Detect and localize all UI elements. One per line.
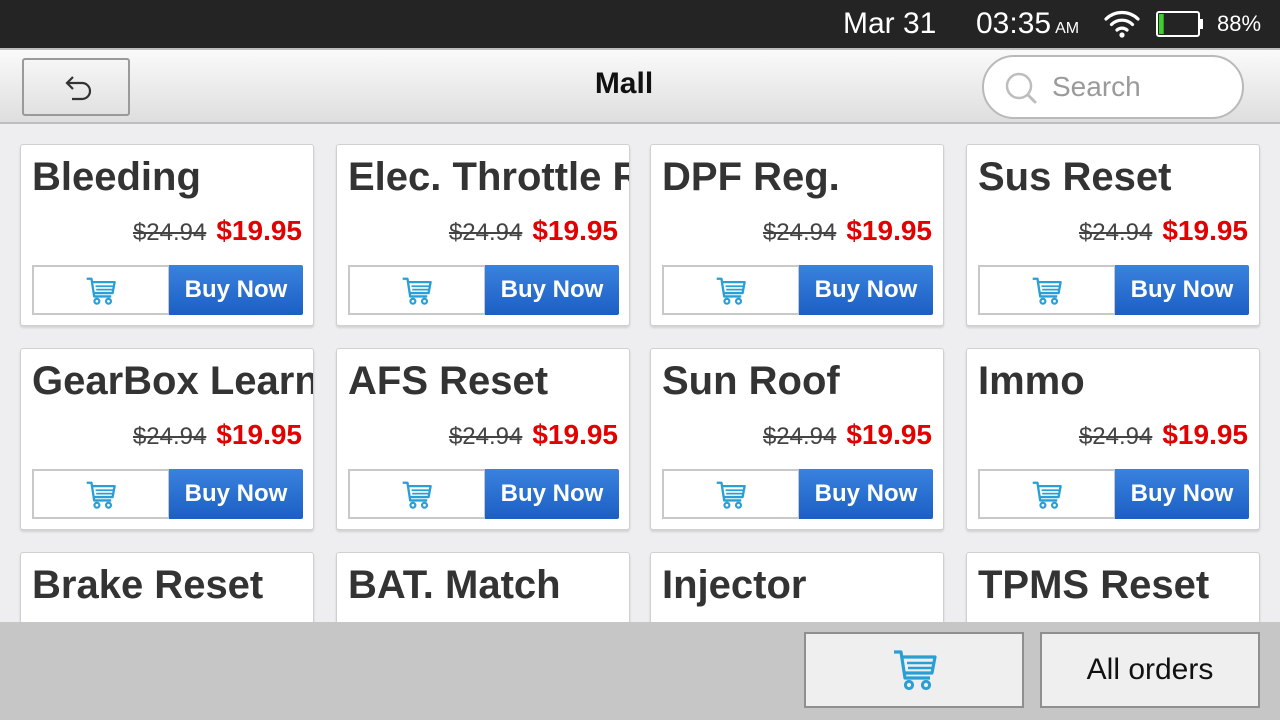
product-name: Brake Reset bbox=[32, 563, 264, 607]
product-name: Sus Reset bbox=[978, 155, 1172, 199]
price-row: $24.94 $19.95 bbox=[1079, 213, 1248, 254]
buy-now-button[interactable]: Buy Now bbox=[169, 265, 303, 315]
search-box[interactable] bbox=[982, 55, 1244, 119]
product-card[interactable]: Elec. Throttle Relearn $24.94 $19.95 Buy No… bbox=[336, 144, 630, 326]
cart-icon bbox=[716, 277, 746, 305]
original-price: $24.94 bbox=[448, 219, 523, 246]
add-to-cart-button[interactable] bbox=[348, 265, 486, 315]
status-time: 03:35 AM bbox=[976, 7, 1080, 40]
buy-now-button[interactable]: Buy Now bbox=[485, 469, 619, 519]
battery-icon bbox=[1156, 11, 1203, 37]
status-date: Mar 31 bbox=[843, 7, 937, 40]
product-name: BAT. Match bbox=[348, 563, 561, 607]
buy-now-button[interactable]: Buy Now bbox=[799, 265, 933, 315]
product-name: AFS Reset bbox=[348, 359, 549, 403]
product-card[interactable]: BAT. Match$24.94$19.95Buy Now bbox=[336, 552, 630, 622]
status-ampm: AM bbox=[1055, 20, 1080, 37]
buy-now-button[interactable]: Buy Now bbox=[169, 469, 303, 519]
buy-now-button[interactable]: Buy Now bbox=[485, 265, 619, 315]
product-name: TPMS Reset bbox=[978, 563, 1210, 607]
original-price: $24.94 bbox=[1078, 423, 1153, 450]
view-cart-button[interactable] bbox=[804, 632, 1024, 708]
sale-price: $19.95 bbox=[1162, 419, 1248, 450]
cart-icon bbox=[1032, 481, 1062, 509]
add-to-cart-button[interactable] bbox=[662, 469, 800, 519]
product-card[interactable]: AFS Reset $24.94 $19.95 Buy Now bbox=[336, 348, 630, 530]
add-to-cart-button[interactable] bbox=[978, 469, 1116, 519]
wifi-icon bbox=[1104, 11, 1140, 38]
sale-price: $19.95 bbox=[216, 419, 302, 450]
shopping-cart-icon bbox=[894, 650, 937, 691]
product-card[interactable]: Immo $24.94 $19.95 Buy Now bbox=[966, 348, 1260, 530]
product-name: Injector bbox=[662, 563, 807, 607]
product-card[interactable]: DPF Reg. $24.94 $19.95 Buy Now bbox=[650, 144, 944, 326]
product-card[interactable]: Brake Reset$24.94$19.95Buy Now bbox=[20, 552, 314, 622]
cart-icon bbox=[1032, 277, 1062, 305]
price-row: $24.94 $19.95 bbox=[763, 213, 932, 254]
original-price: $24.94 bbox=[448, 423, 523, 450]
sale-price: $19.95 bbox=[846, 419, 932, 450]
sale-price: $19.95 bbox=[1162, 215, 1248, 246]
product-name: Sun Roof bbox=[662, 359, 840, 403]
price-row: $24.94 $19.95 bbox=[449, 417, 618, 458]
product-name: Elec. Throttle Relearn bbox=[348, 155, 629, 199]
product-card[interactable]: Bleeding $24.94 $19.95 Buy Now bbox=[20, 144, 314, 326]
add-to-cart-button[interactable] bbox=[32, 265, 170, 315]
price-row: $24.94 $19.95 bbox=[1079, 417, 1248, 458]
sale-price: $19.95 bbox=[532, 215, 618, 246]
product-card[interactable]: TPMS Reset$24.94$19.95Buy Now bbox=[966, 552, 1260, 622]
cart-icon bbox=[86, 481, 116, 509]
cart-icon bbox=[402, 481, 432, 509]
product-name: DPF Reg. bbox=[662, 155, 840, 199]
original-price: $24.94 bbox=[132, 423, 207, 450]
cart-icon bbox=[716, 481, 746, 509]
title-bar: Mall bbox=[0, 48, 1280, 124]
price-row: $24.94 $19.95 bbox=[763, 417, 932, 458]
original-price: $24.94 bbox=[132, 219, 207, 246]
product-card[interactable]: GearBox Learn $24.94 $19.95 Buy Now bbox=[20, 348, 314, 530]
product-card[interactable]: Sun Roof $24.94 $19.95 Buy Now bbox=[650, 348, 944, 530]
battery-percent: 88% bbox=[1217, 11, 1262, 36]
original-price: $24.94 bbox=[762, 423, 837, 450]
sale-price: $19.95 bbox=[216, 215, 302, 246]
sale-price: $19.95 bbox=[846, 215, 932, 246]
product-name: Immo bbox=[978, 359, 1085, 403]
status-bar: Mar 31 03:35 AM 88% bbox=[0, 0, 1280, 48]
product-grid: Bleeding $24.94 $19.95 Buy Now Elec. Throttl… bbox=[0, 124, 1280, 622]
add-to-cart-button[interactable] bbox=[978, 265, 1116, 315]
add-to-cart-button[interactable] bbox=[32, 469, 170, 519]
sale-price: $19.95 bbox=[532, 419, 618, 450]
original-price: $24.94 bbox=[762, 219, 837, 246]
price-row: $24.94 $19.95 bbox=[449, 213, 618, 254]
buy-now-button[interactable]: Buy Now bbox=[1115, 469, 1249, 519]
price-row: $24.94 $19.95 bbox=[133, 417, 302, 458]
footer-bar: All orders bbox=[0, 622, 1280, 720]
buy-now-button[interactable]: Buy Now bbox=[1115, 265, 1249, 315]
cart-icon bbox=[402, 277, 432, 305]
add-to-cart-button[interactable] bbox=[348, 469, 486, 519]
original-price: $24.94 bbox=[1078, 219, 1153, 246]
buy-now-button[interactable]: Buy Now bbox=[799, 469, 933, 519]
search-input[interactable] bbox=[1052, 69, 1232, 105]
product-name: GearBox Learn bbox=[32, 359, 314, 403]
product-card[interactable]: Injector$24.94$19.95Buy Now bbox=[650, 552, 944, 622]
product-name: Bleeding bbox=[32, 155, 201, 199]
all-orders-button[interactable]: All orders bbox=[1040, 632, 1260, 708]
product-card[interactable]: Sus Reset $24.94 $19.95 Buy Now bbox=[966, 144, 1260, 326]
price-row: $24.94 $19.95 bbox=[133, 213, 302, 254]
search-icon bbox=[1005, 72, 1037, 104]
add-to-cart-button[interactable] bbox=[662, 265, 800, 315]
cart-icon bbox=[86, 277, 116, 305]
